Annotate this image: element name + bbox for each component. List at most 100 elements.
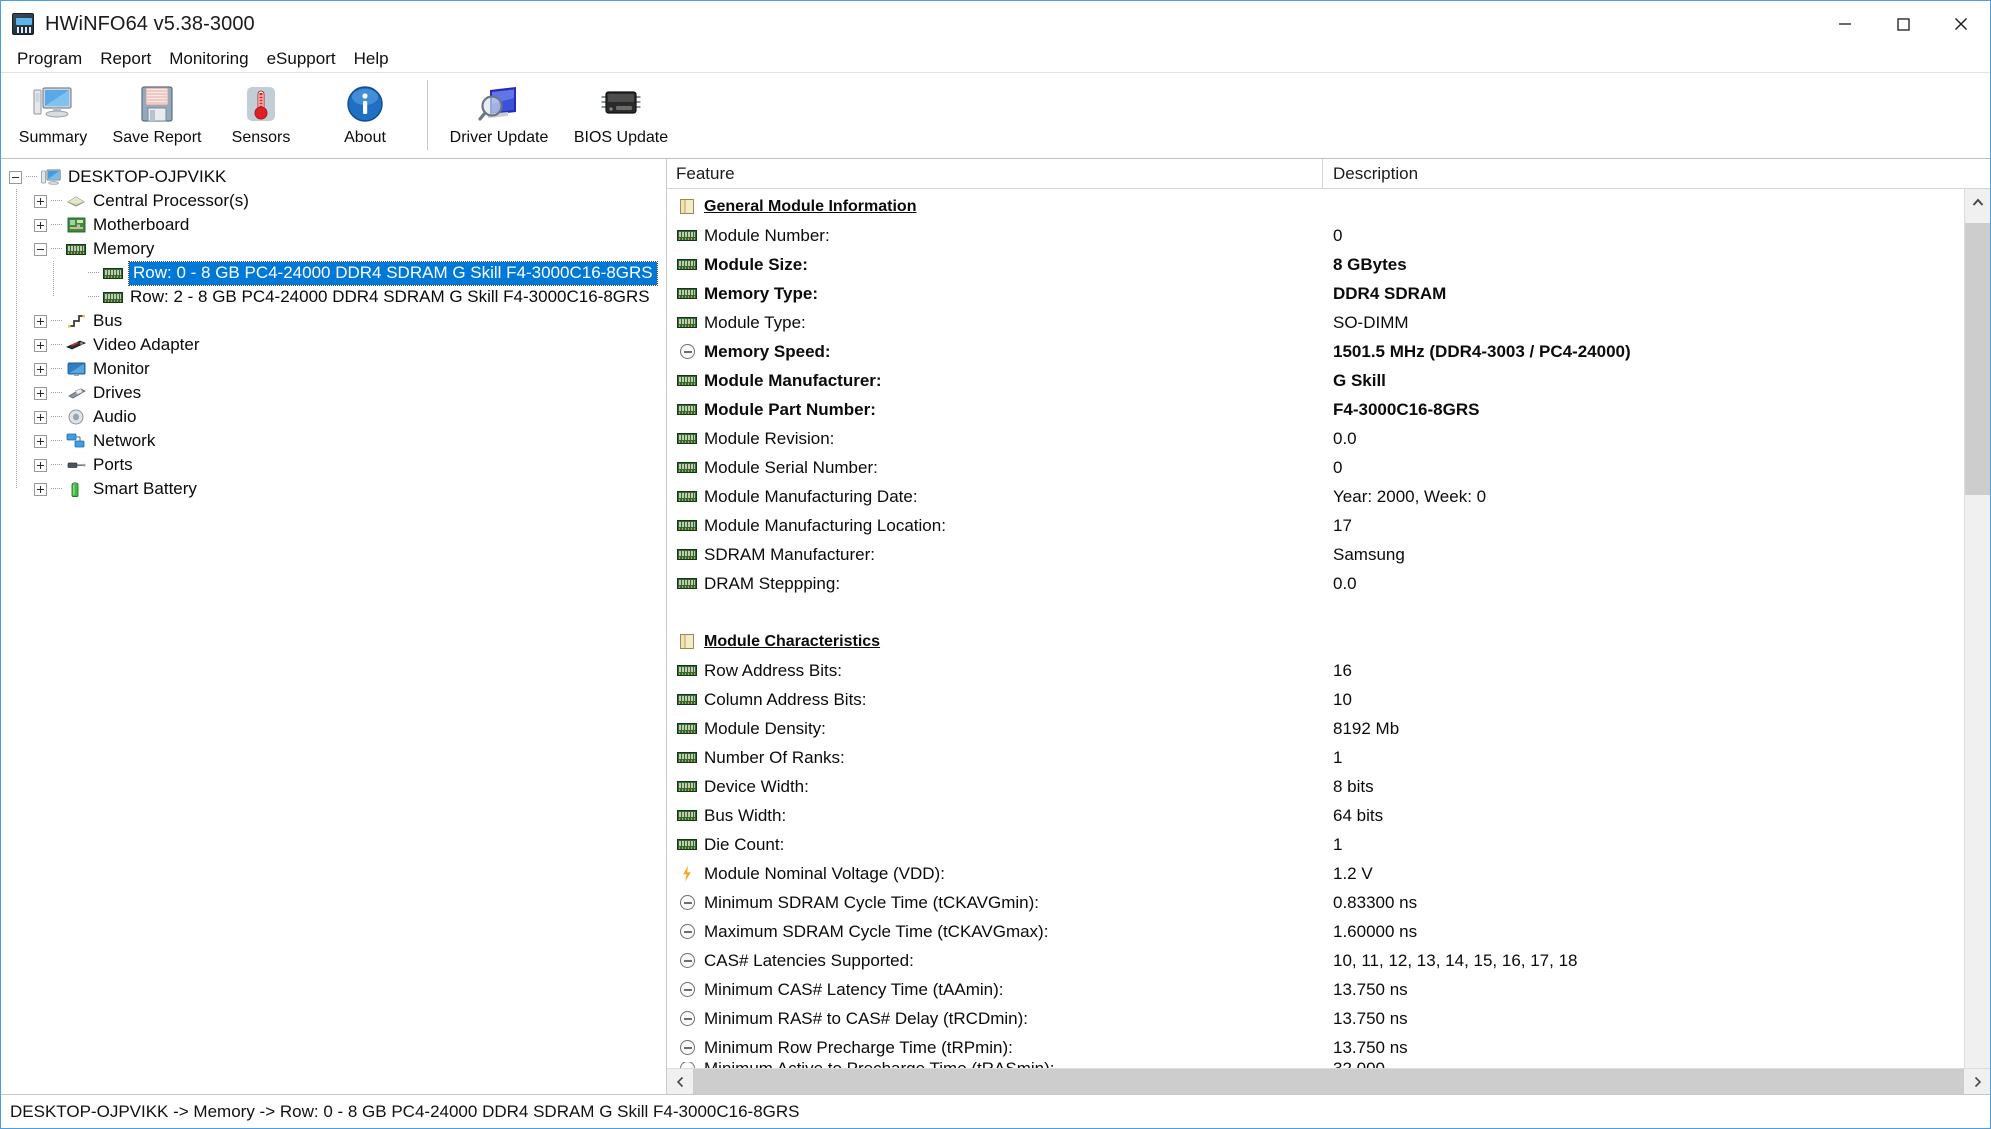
tree-guide-line xyxy=(16,309,17,333)
tree-expander-minus-icon[interactable] xyxy=(9,170,22,184)
feature-value: 8 GBytes xyxy=(1333,254,1407,274)
tree-node-smart-battery[interactable]: Smart Battery xyxy=(1,477,666,501)
tree-expander-plus-icon[interactable] xyxy=(34,410,47,424)
tree-connector xyxy=(88,285,102,309)
toolbar-button-summary[interactable]: Summary xyxy=(1,77,105,155)
tree-node-motherboard[interactable]: Motherboard xyxy=(1,213,666,237)
toolbar-button-sensors[interactable]: Sensors xyxy=(209,77,313,155)
details-row-min-ras-to-cas-delay[interactable]: Minimum RAS# to CAS# Delay (tRCDmin): 13… xyxy=(667,1004,1964,1033)
details-row-module-revision[interactable]: Module Revision: 0.0 xyxy=(667,424,1964,453)
memory-icon xyxy=(676,373,698,389)
details-row-min-sdram-cycle-time[interactable]: Minimum SDRAM Cycle Time (tCKAVGmin): 0.… xyxy=(667,888,1964,917)
details-row-module-manufacturing-location[interactable]: Module Manufacturing Location: 17 xyxy=(667,511,1964,540)
details-row-bus-width[interactable]: Bus Width: 64 bits xyxy=(667,801,1964,830)
tree-node-audio[interactable]: Audio xyxy=(1,405,666,429)
menu-item-report[interactable]: Report xyxy=(91,48,160,71)
scroll-left-arrow[interactable] xyxy=(667,1069,693,1094)
tree-label-bus: Bus xyxy=(93,311,123,330)
computer-icon xyxy=(40,168,62,186)
toolbar-button-driver-update[interactable]: Driver Update xyxy=(438,77,560,155)
tree-expander-plus-icon[interactable] xyxy=(34,434,47,448)
feature-value: 1 xyxy=(1333,747,1343,767)
toolbar-button-bios-update[interactable]: BIOS Update xyxy=(560,77,682,155)
tree-node-monitor[interactable]: Monitor xyxy=(1,357,666,381)
tree-expander-plus-icon[interactable] xyxy=(34,338,47,352)
details-row-module-manufacturing-date[interactable]: Module Manufacturing Date: Year: 2000, W… xyxy=(667,482,1964,511)
tree-node-central-processors[interactable]: Central Processor(s) xyxy=(1,189,666,213)
tree-node-memory-row-0[interactable]: Row: 0 - 8 GB PC4-24000 DDR4 SDRAM G Ski… xyxy=(1,260,666,286)
minimize-button[interactable] xyxy=(1816,1,1874,47)
details-row-min-row-precharge-time[interactable]: Minimum Row Precharge Time (tRPmin): 13.… xyxy=(667,1033,1964,1062)
details-row-module-nominal-voltage[interactable]: Module Nominal Voltage (VDD): 1.2 V xyxy=(667,859,1964,888)
tree-node-bus[interactable]: Bus xyxy=(1,309,666,333)
details-row-memory-type[interactable]: Memory Type: DDR4 SDRAM xyxy=(667,279,1964,308)
clock-icon xyxy=(676,895,698,911)
close-button[interactable] xyxy=(1932,1,1990,47)
tree-expander-minus-icon[interactable] xyxy=(34,242,47,256)
feature-label: CAS# Latencies Supported: xyxy=(704,950,914,970)
tree-expander-plus-icon[interactable] xyxy=(34,458,47,472)
feature-value: 1.2 V xyxy=(1333,863,1373,883)
details-row-module-manufacturer[interactable]: Module Manufacturer: G Skill xyxy=(667,366,1964,395)
tree-node-root[interactable]: DESKTOP-OJPVIKK xyxy=(1,165,666,189)
details-row-module-serial-number[interactable]: Module Serial Number: 0 xyxy=(667,453,1964,482)
details-row-row-address-bits[interactable]: Row Address Bits: 16 xyxy=(667,656,1964,685)
scroll-up-arrow[interactable] xyxy=(1965,189,1990,215)
tree-expander-plus-icon[interactable] xyxy=(34,194,47,208)
menu-item-help[interactable]: Help xyxy=(345,48,398,71)
tree-expander-plus-icon[interactable] xyxy=(34,386,47,400)
feature-value: 8 bits xyxy=(1333,776,1374,796)
details-row-memory-speed[interactable]: Memory Speed: 1501.5 MHz (DDR4-3003 / PC… xyxy=(667,337,1964,366)
tree-node-drives[interactable]: Drives xyxy=(1,381,666,405)
tree-node-memory-row-2[interactable]: Row: 2 - 8 GB PC4-24000 DDR4 SDRAM G Ski… xyxy=(1,285,666,309)
menu-item-program[interactable]: Program xyxy=(8,48,91,71)
details-row-device-width[interactable]: Device Width: 8 bits xyxy=(667,772,1964,801)
menu-item-monitoring[interactable]: Monitoring xyxy=(160,48,257,71)
toolbar-button-about[interactable]: About xyxy=(313,77,417,155)
window-controls xyxy=(1816,1,1990,47)
tree-node-memory[interactable]: Memory xyxy=(1,237,666,261)
details-row-module-number[interactable]: Module Number: 0 xyxy=(667,221,1964,250)
details-row-max-sdram-cycle-time[interactable]: Maximum SDRAM Cycle Time (tCKAVGmax): 1.… xyxy=(667,917,1964,946)
tree-node-network[interactable]: Network xyxy=(1,429,666,453)
details-row-sdram-manufacturer[interactable]: SDRAM Manufacturer: Samsung xyxy=(667,540,1964,569)
tree-expander-plus-icon[interactable] xyxy=(34,314,47,328)
details-row-min-active-to-precharge-time[interactable]: Minimum Active to Precharge Time (tRASmi… xyxy=(667,1062,1964,1068)
vertical-scrollbar[interactable] xyxy=(1964,189,1990,1068)
vertical-scrollbar-track[interactable] xyxy=(1965,215,1990,1068)
details-row-cas-latencies-supported[interactable]: CAS# Latencies Supported: 10, 11, 12, 13… xyxy=(667,946,1964,975)
horizontal-scrollbar[interactable] xyxy=(667,1068,1990,1094)
details-row-dram-stepping[interactable]: DRAM Steppping: 0.0 xyxy=(667,569,1964,598)
horizontal-scrollbar-track[interactable] xyxy=(693,1069,1964,1094)
details-row-module-part-number[interactable]: Module Part Number: F4-3000C16-8GRS xyxy=(667,395,1964,424)
tree-node-video-adapter[interactable]: Video Adapter xyxy=(1,333,666,357)
device-tree[interactable]: DESKTOP-OJPVIKK Central Processor(s) Mot… xyxy=(1,159,666,1094)
column-header-description[interactable]: Description xyxy=(1322,158,1990,189)
maximize-button[interactable] xyxy=(1874,1,1932,47)
toolbar-button-save-report[interactable]: Save Report xyxy=(105,77,209,155)
details-row-module-size[interactable]: Module Size: 8 GBytes xyxy=(667,250,1964,279)
tree-guide-line xyxy=(16,453,17,477)
feature-label: Module Nominal Voltage (VDD): xyxy=(704,863,945,883)
details-row-column-address-bits[interactable]: Column Address Bits: 10 xyxy=(667,685,1964,714)
details-row-number-of-ranks[interactable]: Number Of Ranks: 1 xyxy=(667,743,1964,772)
tree-expander-plus-icon[interactable] xyxy=(34,218,47,232)
details-pane: Feature Description General Module Infor… xyxy=(666,158,1990,1094)
vertical-scrollbar-thumb[interactable] xyxy=(1965,223,1990,495)
clock-icon xyxy=(676,924,698,940)
memory-icon xyxy=(676,721,698,737)
scroll-right-arrow[interactable] xyxy=(1964,1069,1990,1094)
details-row-min-cas-latency-time[interactable]: Minimum CAS# Latency Time (tAAmin): 13.7… xyxy=(667,975,1964,1004)
column-header-feature[interactable]: Feature xyxy=(667,164,1322,184)
horizontal-scrollbar-thumb[interactable] xyxy=(693,1069,1964,1094)
tree-expander-plus-icon[interactable] xyxy=(34,362,47,376)
details-row-die-count[interactable]: Die Count: 1 xyxy=(667,830,1964,859)
tree-guide-line xyxy=(53,261,54,285)
details-row-module-type[interactable]: Module Type: SO-DIMM xyxy=(667,308,1964,337)
feature-label: Module Number: xyxy=(704,225,830,245)
menu-item-esupport[interactable]: eSupport xyxy=(258,48,345,71)
tree-expander-plus-icon[interactable] xyxy=(34,482,47,496)
toolbar-label-driver-update: Driver Update xyxy=(449,129,549,146)
details-row-module-density[interactable]: Module Density: 8192 Mb xyxy=(667,714,1964,743)
tree-node-ports[interactable]: Ports xyxy=(1,453,666,477)
